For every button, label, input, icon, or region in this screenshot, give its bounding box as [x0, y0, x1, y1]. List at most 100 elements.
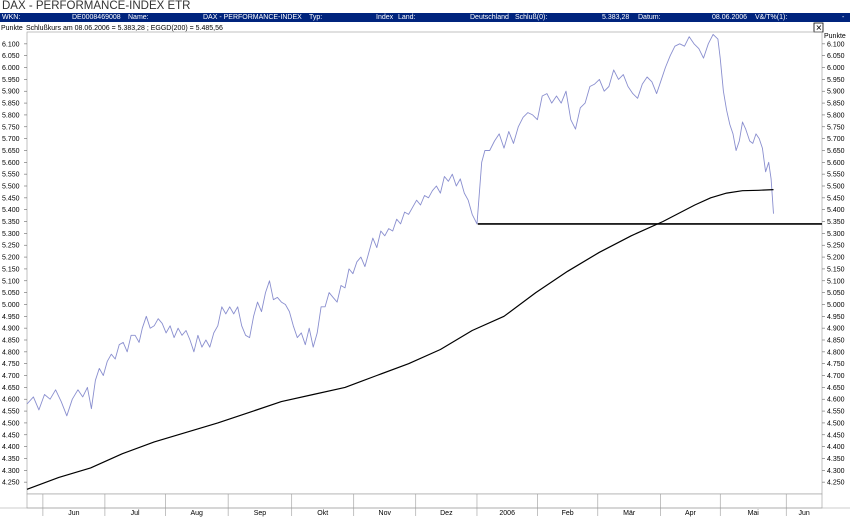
info-bar: WKN: DE0008469008 Name: DAX - PERFORMANC… [0, 13, 850, 22]
y-tick-label: 5.350 [827, 219, 845, 226]
y-tick-label: 4.750 [827, 361, 845, 368]
y-axis-label-right: Punkte [824, 33, 846, 40]
x-tick-label: Aug [190, 510, 203, 517]
y-tick-label: 4.650 [827, 385, 845, 392]
x-tick-label: 2006 [499, 510, 515, 517]
y-tick-label: 5.250 [827, 243, 845, 250]
y-tick-label: 4.350 [827, 456, 845, 463]
chart-legend: Schlußkurs am 08.06.2006 = 5.383,28 ; EG… [26, 25, 223, 32]
x-tick-label: Dez [440, 510, 453, 517]
y-tick-label: 6.050 [2, 53, 20, 60]
y-tick-label: 6.050 [827, 53, 845, 60]
y-tick-label: 5.450 [2, 195, 20, 202]
y-tick-label: 4.850 [827, 338, 845, 345]
y-tick-label: 5.500 [827, 184, 845, 191]
y-tick-label: 5.650 [827, 148, 845, 155]
y-tick-label: 4.800 [2, 349, 20, 356]
y-tick-label: 4.850 [2, 338, 20, 345]
y-tick-label: 4.300 [827, 468, 845, 475]
x-tick-label: Okt [317, 510, 328, 517]
y-tick-label: 5.050 [827, 290, 845, 297]
y-tick-label: 4.250 [2, 480, 20, 487]
y-tick-label: 4.700 [2, 373, 20, 380]
y-tick-label: 4.250 [827, 480, 845, 487]
y-tick-label: 5.800 [2, 112, 20, 119]
y-tick-label: 5.600 [827, 160, 845, 167]
y-tick-label: 5.350 [2, 219, 20, 226]
y-tick-label: 5.700 [827, 136, 845, 143]
y-tick-label: 5.850 [827, 101, 845, 108]
y-tick-label: 5.100 [827, 278, 845, 285]
y-tick-label: 5.050 [2, 290, 20, 297]
y-tick-label: 5.850 [2, 101, 20, 108]
x-tick-label: Mär [623, 510, 636, 517]
y-tick-label: 4.550 [827, 409, 845, 416]
y-tick-label: 5.650 [2, 148, 20, 155]
y-tick-label: 5.150 [827, 266, 845, 273]
y-axis-label-left: Punkte [1, 25, 23, 32]
x-tick-label: Jun [798, 510, 809, 517]
y-tick-label: 4.400 [2, 444, 20, 451]
y-tick-label: 5.550 [827, 172, 845, 179]
y-tick-label: 5.400 [827, 207, 845, 214]
y-tick-label: 5.800 [827, 112, 845, 119]
x-tick-label: Jul [131, 510, 140, 517]
y-tick-label: 4.600 [2, 397, 20, 404]
y-tick-label: 5.300 [2, 231, 20, 238]
close-chart-button[interactable]: ✕ [813, 22, 824, 33]
y-tick-label: 4.900 [2, 326, 20, 333]
y-tick-label: 4.800 [827, 349, 845, 356]
schluss-label: Schluß(0): [515, 14, 548, 21]
datum-value: 08.06.2006 [712, 14, 748, 21]
y-tick-label: 5.500 [2, 184, 20, 191]
y-tick-label: 5.700 [2, 136, 20, 143]
y-tick-label: 4.900 [827, 326, 845, 333]
typ-value: Index [376, 14, 394, 21]
y-tick-label: 6.100 [2, 41, 20, 48]
land-value: Deutschland [470, 14, 509, 21]
y-tick-label: 4.950 [827, 314, 845, 321]
y-tick-label: 4.600 [827, 397, 845, 404]
x-tick-label: Mai [748, 510, 760, 517]
y-tick-label: 6.000 [2, 65, 20, 72]
y-tick-label: 4.350 [2, 456, 20, 463]
y-tick-label: 5.600 [2, 160, 20, 167]
x-tick-label: Apr [685, 510, 697, 517]
y-tick-label: 5.550 [2, 172, 20, 179]
x-tick-label: Sep [254, 510, 267, 517]
x-tick-label: Feb [562, 510, 574, 517]
y-tick-label: 4.700 [827, 373, 845, 380]
y-tick-label: 5.950 [2, 77, 20, 84]
dax-chart: Punkte Schlußkurs am 08.06.2006 = 5.383,… [0, 22, 850, 519]
y-tick-label: 4.500 [2, 420, 20, 427]
datum-label: Datum: [638, 14, 661, 21]
y-tick-label: 4.750 [2, 361, 20, 368]
y-tick-label: 4.950 [2, 314, 20, 321]
x-tick-label: Nov [379, 510, 392, 517]
y-tick-label: 4.500 [827, 420, 845, 427]
y-tick-label: 4.550 [2, 409, 20, 416]
close-icon: ✕ [816, 24, 823, 33]
wkn-value: DE0008469008 [72, 14, 121, 21]
y-tick-label: 5.750 [2, 124, 20, 131]
y-tick-label: 4.400 [827, 444, 845, 451]
y-tick-label: 6.000 [827, 65, 845, 72]
name-label: Name: [128, 14, 149, 21]
y-tick-label: 5.200 [2, 255, 20, 262]
y-tick-label: 5.200 [827, 255, 845, 262]
y-tick-label: 5.750 [827, 124, 845, 131]
x-axis-band [26, 493, 823, 509]
y-tick-label: 5.300 [827, 231, 845, 238]
change-label: V&/T%(1): [755, 14, 788, 21]
y-tick-label: 5.000 [827, 302, 845, 309]
y-tick-label: 5.000 [2, 302, 20, 309]
x-tick-label: Jun [68, 510, 79, 517]
y-tick-label: 5.900 [827, 89, 845, 96]
land-label: Land: [398, 14, 416, 21]
change-value: - [842, 14, 845, 21]
y-tick-label: 4.450 [2, 432, 20, 439]
y-tick-label: 5.900 [2, 89, 20, 96]
y-tick-label: 6.100 [827, 41, 845, 48]
chart-title: DAX - PERFORMANCE-INDEX ETR [2, 0, 191, 12]
y-tick-label: 4.650 [2, 385, 20, 392]
